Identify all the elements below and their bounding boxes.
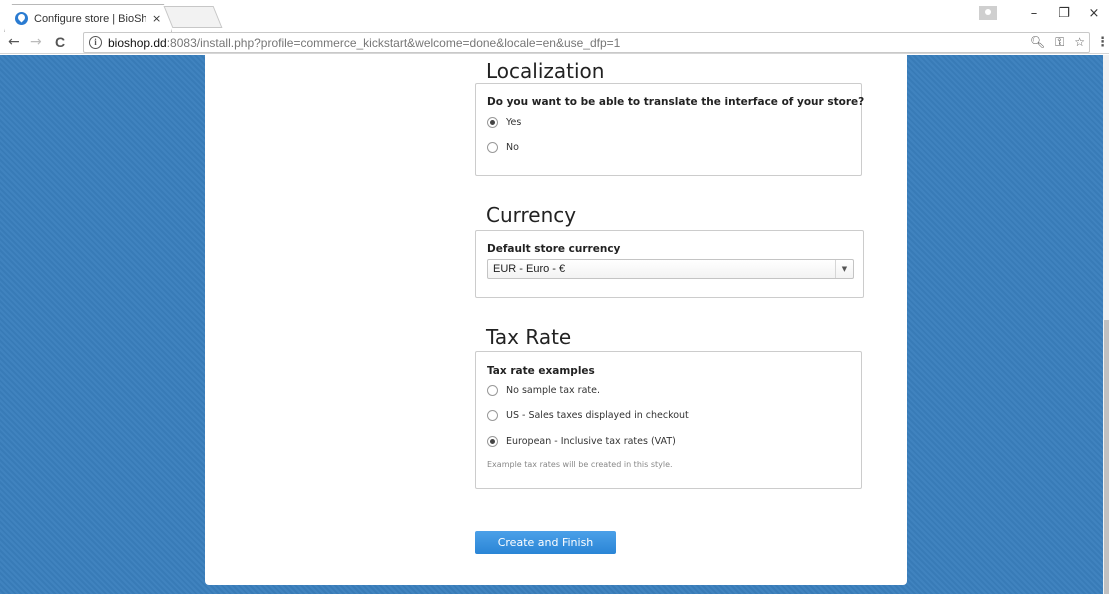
radio-label: No sample tax rate. <box>506 385 601 396</box>
radio-translate-yes[interactable]: Yes <box>487 117 521 128</box>
tab-title: Configure store | BioShop <box>34 12 146 25</box>
reload-button[interactable]: C <box>55 34 65 50</box>
content-panel: Localization Do you want to be able to t… <box>205 55 907 585</box>
minimize-button[interactable]: – <box>1019 6 1049 21</box>
tax-rate-hint: Example tax rates will be created in thi… <box>487 460 673 469</box>
radio-button[interactable] <box>487 385 498 396</box>
zoom-icon[interactable]: 🔍︎ <box>1030 35 1045 50</box>
scrollbar-thumb[interactable] <box>1104 320 1109 594</box>
tab-close-icon[interactable]: × <box>152 12 161 25</box>
radio-button[interactable] <box>487 142 498 153</box>
radio-no-sample-tax[interactable]: No sample tax rate. <box>487 385 600 396</box>
radio-button[interactable] <box>487 410 498 421</box>
radio-label: No <box>506 142 519 153</box>
radio-european-vat[interactable]: European - Inclusive tax rates (VAT) <box>487 436 676 447</box>
translate-question: Do you want to be able to translate the … <box>487 96 865 108</box>
window-controls: – ❐ × <box>979 0 1109 26</box>
currency-select[interactable]: EUR - Euro - € ▼ <box>487 259 854 279</box>
localization-heading: Localization <box>486 59 605 83</box>
currency-heading: Currency <box>486 203 577 227</box>
back-button[interactable]: ← <box>8 34 20 50</box>
radio-label: European - Inclusive tax rates (VAT) <box>506 436 676 447</box>
browser-tab-strip: Configure store | BioShop × – ❐ × <box>0 0 1109 32</box>
radio-translate-no[interactable]: No <box>487 142 519 153</box>
localization-fieldset: Do you want to be able to translate the … <box>475 83 865 176</box>
new-tab-button[interactable] <box>163 6 223 28</box>
tax-rate-heading: Tax Rate <box>486 325 572 349</box>
radio-us-sales-tax[interactable]: US - Sales taxes displayed in checkout <box>487 410 689 421</box>
profile-icon[interactable] <box>979 6 997 20</box>
url-host: bioshop.dd <box>108 36 167 50</box>
chevron-down-icon[interactable]: ▼ <box>835 260 853 278</box>
star-icon[interactable]: ☆ <box>1074 35 1085 50</box>
browser-toolbar: ← → C i bioshop.dd:8083/install.php?prof… <box>0 32 1109 54</box>
menu-icon[interactable]: ⋮ <box>1096 35 1109 50</box>
radio-button-checked[interactable] <box>487 436 498 447</box>
tax-rate-label: Tax rate examples <box>487 365 595 377</box>
address-bar[interactable]: i bioshop.dd:8083/install.php?profile=co… <box>83 32 1090 53</box>
browser-tab[interactable]: Configure store | BioShop × <box>4 4 172 32</box>
create-and-finish-button[interactable]: Create and Finish <box>475 531 616 554</box>
page-background: Localization Do you want to be able to t… <box>0 55 1103 594</box>
currency-label: Default store currency <box>487 243 621 255</box>
radio-label: Yes <box>506 117 522 128</box>
close-window-button[interactable]: × <box>1079 6 1109 21</box>
scrollbar[interactable] <box>1103 55 1109 594</box>
currency-select-value: EUR - Euro - € <box>493 263 566 275</box>
info-icon[interactable]: i <box>89 36 102 49</box>
radio-button-checked[interactable] <box>487 117 498 128</box>
drupal-favicon-icon <box>15 12 28 25</box>
key-icon[interactable]: ⚿ <box>1055 35 1064 50</box>
forward-button[interactable]: → <box>30 34 42 50</box>
restore-button[interactable]: ❐ <box>1049 6 1079 21</box>
url-path: :8083/install.php?profile=commerce_kicks… <box>166 36 621 50</box>
url-text[interactable]: bioshop.dd:8083/install.php?profile=comm… <box>108 36 620 50</box>
radio-label: US - Sales taxes displayed in checkout <box>506 410 689 421</box>
tax-rate-fieldset: Tax rate examples No sample tax rate. US… <box>475 351 862 489</box>
currency-fieldset: Default store currency EUR - Euro - € ▼ <box>475 230 864 298</box>
